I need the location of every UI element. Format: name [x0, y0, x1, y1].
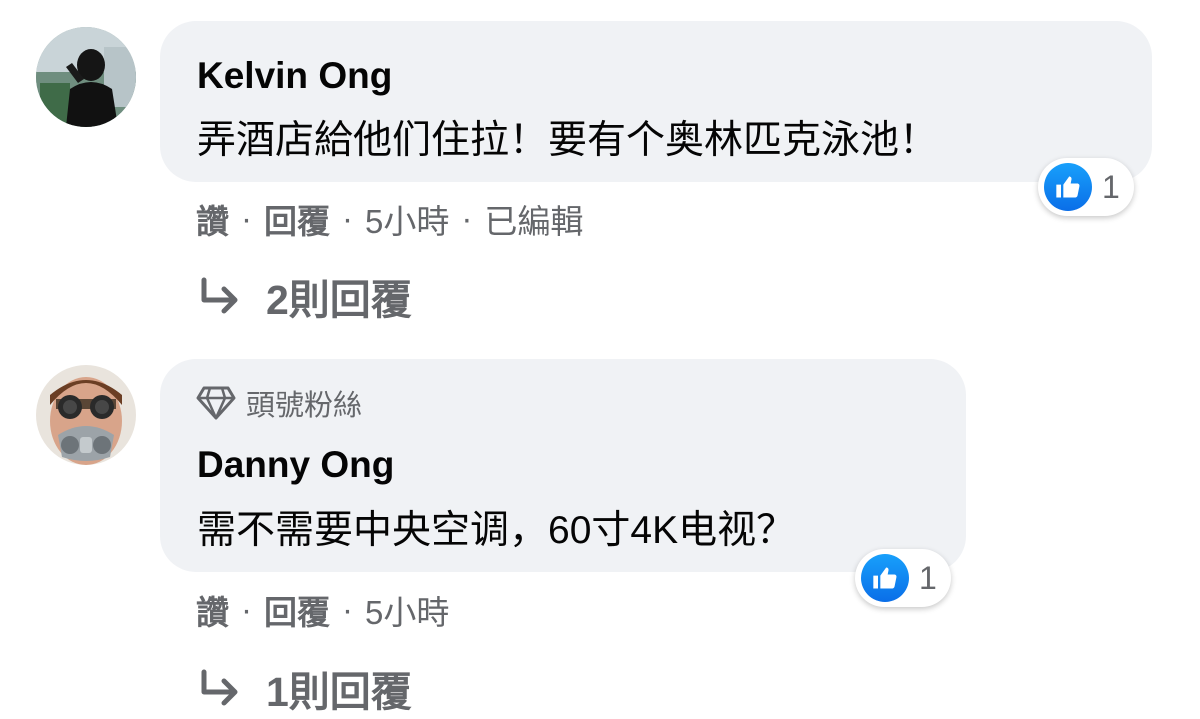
separator-dot: ·: [241, 591, 252, 628]
comment-text: 需不需要中央空调，60寸4K电视？: [197, 509, 796, 552]
reply-arrow-icon: [201, 277, 238, 314]
reply-action[interactable]: 回覆: [264, 586, 330, 634]
replies-count-label: 1則回覆: [266, 669, 412, 715]
separator-dot: ·: [342, 200, 353, 237]
like-reaction-icon: [861, 554, 909, 602]
comment-author[interactable]: Danny Ong: [197, 444, 394, 486]
comment-actions: 讚 · 回覆 · 5小時 · 已編輯: [196, 195, 583, 243]
replies-count-label: 2則回覆: [266, 277, 412, 323]
avatar[interactable]: [36, 27, 136, 127]
like-action[interactable]: 讚: [196, 195, 229, 243]
comment-actions: 讚 · 回覆 · 5小時: [196, 586, 449, 634]
separator-dot: ·: [342, 591, 353, 628]
view-replies-link[interactable]: 1則回覆: [196, 658, 412, 718]
comment-author[interactable]: Kelvin Ong: [197, 55, 392, 97]
reply-action[interactable]: 回覆: [264, 195, 330, 243]
reply-arrow-icon: [201, 669, 238, 706]
diamond-icon: [196, 386, 236, 420]
avatar-image: [36, 365, 136, 465]
reaction-count: 1: [1102, 168, 1120, 205]
comment-thread: Kelvin Ong 弄酒店給他们住拉！要有个奥林匹克泳池！ 1 讚 · 回覆 …: [0, 0, 1200, 719]
reaction-count: 1: [919, 559, 937, 596]
avatar[interactable]: [36, 365, 136, 465]
comment-timestamp[interactable]: 5小時: [365, 586, 449, 634]
comment-bubble: Kelvin Ong 弄酒店給他们住拉！要有个奥林匹克泳池！: [160, 21, 1152, 182]
comment-text: 弄酒店給他们住拉！要有个奥林匹克泳池！: [197, 119, 939, 162]
separator-dot: ·: [461, 200, 473, 237]
comment: Kelvin Ong 弄酒店給他们住拉！要有个奥林匹克泳池！ 1 讚 · 回覆 …: [0, 0, 1200, 340]
reaction-summary[interactable]: 1: [855, 549, 951, 607]
avatar-image: [36, 27, 136, 127]
view-replies-link[interactable]: 2則回覆: [196, 266, 412, 326]
like-reaction-icon: [1044, 163, 1092, 211]
comment-bubble: 頭號粉絲 Danny Ong 需不需要中央空调，60寸4K电视？: [160, 359, 966, 572]
reaction-summary[interactable]: 1: [1038, 158, 1134, 216]
comment: 頭號粉絲 Danny Ong 需不需要中央空调，60寸4K电视？ 1 讚 · 回…: [0, 340, 1200, 719]
edited-label[interactable]: 已編輯: [484, 195, 583, 243]
top-fan-label: 頭號粉絲: [246, 390, 363, 422]
like-action[interactable]: 讚: [196, 586, 229, 634]
separator-dot: ·: [241, 200, 252, 237]
comment-timestamp[interactable]: 5小時: [365, 195, 449, 243]
top-fan-badge[interactable]: 頭號粉絲: [196, 385, 363, 422]
